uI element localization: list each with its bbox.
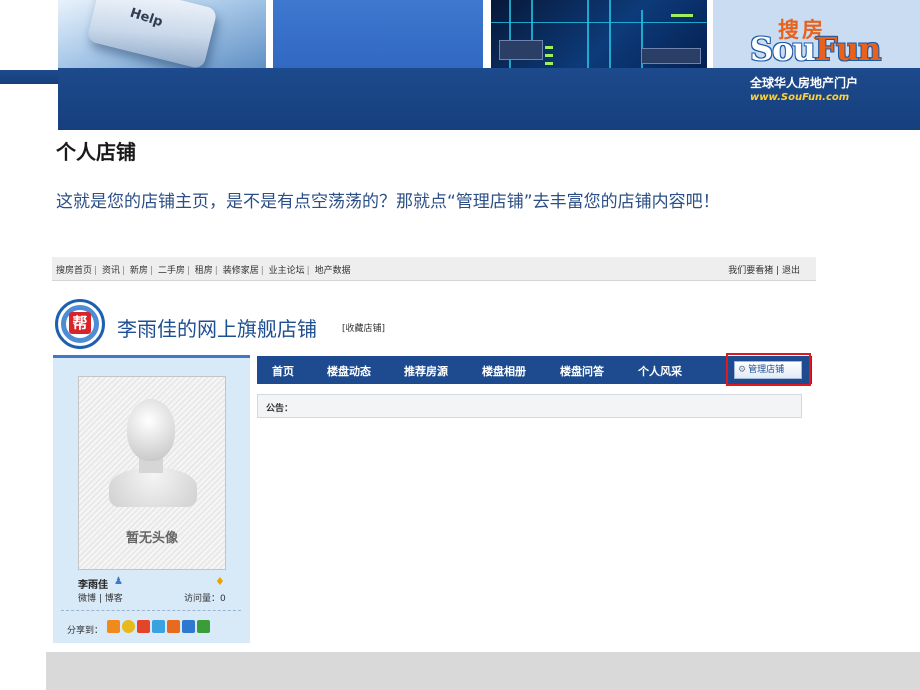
top-nav-user-links[interactable]: 我们要看猪 | 退出	[728, 263, 800, 276]
shop-logo: 帮	[55, 299, 105, 349]
logo-tagline: 全球华人房地产门户	[750, 76, 859, 90]
circuit-image	[491, 0, 707, 70]
shop-screenshot: 搜房首页 | 资讯 | 新房 | 二手房 | 租房 | 装修家居 | 业主论坛 | 地产数据 …	[52, 255, 820, 645]
share-icons	[107, 620, 210, 633]
share-fang-icon[interactable]	[107, 620, 120, 633]
soufun-logo: 搜房 SouFun 全球华人房地产门户 www.SouFun.com	[748, 14, 881, 114]
keyboard-image: Help	[58, 0, 266, 70]
tab-home[interactable]: 首页	[272, 363, 294, 379]
top-nav-link[interactable]: 二手房	[158, 266, 185, 276]
share-label: 分享到：	[67, 626, 104, 636]
favorite-shop-link[interactable]: [收藏店铺]	[342, 321, 385, 334]
notice-label: 公告：	[266, 404, 294, 414]
shop-title: 李雨佳的网上旗舰店铺	[117, 317, 317, 341]
top-nav-link[interactable]: 资讯	[102, 266, 120, 276]
banner-band-left	[0, 70, 58, 84]
tab-album[interactable]: 楼盘相册	[482, 363, 526, 379]
tab-news[interactable]: 楼盘动态	[327, 363, 371, 379]
profile-sidebar: 暂无头像 李雨佳 ♟ ♦ 微博 | 博客 访问量：0 分享到：	[53, 355, 250, 643]
avatar: 暂无头像	[78, 376, 226, 570]
vip-icon: ♦	[215, 575, 225, 588]
share-qq-icon[interactable]	[152, 620, 165, 633]
share-douban-icon[interactable]	[197, 620, 210, 633]
top-nav-links: 搜房首页 | 资讯 | 新房 | 二手房 | 租房 | 装修家居 | 业主论坛 | 地产数据	[56, 266, 351, 276]
header-banner: Help 搜房 SouFun 全球华人房地产门户 www.SouFun.com	[0, 0, 920, 130]
share-renren-icon[interactable]	[182, 620, 195, 633]
top-nav-link[interactable]: 业主论坛	[269, 266, 305, 276]
top-nav-link[interactable]: 新房	[130, 266, 148, 276]
top-nav-link[interactable]: 地产数据	[315, 266, 351, 276]
no-avatar-label: 暂无头像	[125, 531, 178, 546]
manage-shop-button[interactable]: ⚙ 管理店铺	[734, 361, 802, 379]
logo-english: SouFun	[750, 30, 881, 68]
footer-bar	[46, 652, 920, 690]
top-nav-link[interactable]: 搜房首页	[56, 266, 92, 276]
tab-profile[interactable]: 个人风采	[638, 363, 682, 379]
visit-count: 访问量：0	[184, 594, 226, 604]
blue-panel	[273, 0, 483, 70]
user-icon: ♟	[114, 576, 123, 587]
tab-listings[interactable]: 推荐房源	[404, 363, 448, 379]
shop-logo-char: 帮	[69, 312, 91, 334]
share-sina-icon[interactable]	[137, 620, 150, 633]
user-links[interactable]: 微博 | 博客	[78, 591, 123, 604]
keyboard-key-label: Help	[128, 5, 165, 31]
tab-qa[interactable]: 楼盘问答	[560, 363, 604, 379]
logo-url: www.SouFun.com	[750, 92, 850, 103]
top-nav-link[interactable]: 装修家居	[223, 266, 259, 276]
top-nav-bar: 搜房首页 | 资讯 | 新房 | 二手房 | 租房 | 装修家居 | 业主论坛 | 地产数据 …	[52, 257, 816, 281]
share-tencent-icon[interactable]	[167, 620, 180, 633]
slide-description: 这就是您的店铺主页，是不是有点空荡荡的？那就点“管理店铺”去丰富您的店铺内容吧！	[56, 192, 720, 212]
user-name: 李雨佳	[78, 580, 108, 591]
share-qzone-icon[interactable]	[122, 620, 135, 633]
slide-title: 个人店铺	[56, 140, 136, 164]
avatar-placeholder-icon	[127, 399, 175, 461]
gear-icon: ⚙	[738, 365, 747, 375]
divider	[61, 610, 241, 611]
top-nav-link[interactable]: 租房	[195, 266, 213, 276]
notice-bar: 公告：	[257, 394, 802, 418]
